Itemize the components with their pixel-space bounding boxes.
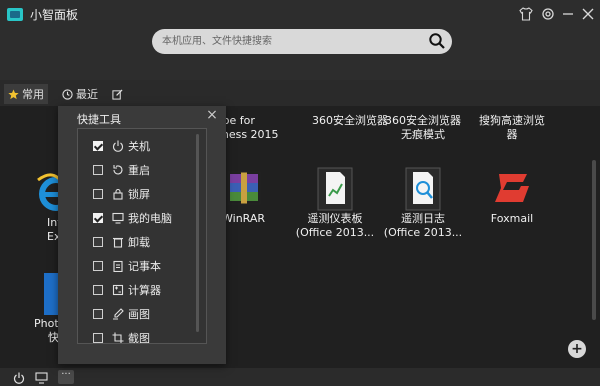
app-winrar[interactable]: WinRAR	[222, 166, 272, 226]
title-bar: 小智面板	[0, 0, 600, 80]
star-icon	[8, 88, 19, 100]
app-label: WinRAR	[222, 212, 266, 225]
tool-item-calculator[interactable]: 计算器	[93, 282, 161, 298]
tab-recent[interactable]: 最近	[58, 84, 102, 104]
tab-common[interactable]: 常用	[4, 84, 48, 104]
app-360-browser-private[interactable]: 360安全浏览器 无痕模式	[378, 114, 468, 142]
tab-bar: 常用 最近	[0, 80, 600, 106]
content-scrollbar[interactable]	[592, 160, 596, 320]
tool-item-restart[interactable]: 重启	[93, 162, 150, 178]
winrar-icon	[224, 166, 264, 212]
dashboard-icon	[316, 166, 354, 212]
app-label: 搜狗高速浏览	[479, 114, 545, 127]
checkbox[interactable]	[93, 261, 103, 271]
tool-item-shutdown[interactable]: 关机	[93, 138, 150, 154]
minimize-icon[interactable]	[559, 5, 577, 23]
computer-icon[interactable]	[34, 371, 48, 385]
search-input[interactable]	[162, 29, 422, 54]
popup-scrollbar[interactable]	[196, 134, 199, 332]
app-label: (Office 2013...	[383, 226, 463, 239]
app-title: 小智面板	[30, 8, 79, 22]
tool-label: 重启	[128, 164, 150, 177]
close-icon[interactable]	[579, 5, 597, 23]
power-icon[interactable]	[12, 371, 26, 385]
tool-label: 截图	[128, 332, 150, 344]
tool-label: 卸载	[128, 236, 150, 249]
restart-icon	[111, 164, 124, 177]
quick-tools-popup: 快捷工具 × 关机 重启 锁屏 我的电脑 卸载 记事本 计算器 画图 截图	[58, 106, 226, 364]
tool-item-uninstall[interactable]: 卸载	[93, 234, 150, 250]
tab-edit[interactable]	[108, 84, 130, 104]
tool-item-notepad[interactable]: 记事本	[93, 258, 161, 274]
edit-icon	[112, 88, 123, 100]
app-telemetry-dashboard[interactable]: 遥测仪表板 (Office 2013...	[290, 166, 380, 240]
popup-title: 快捷工具	[77, 113, 121, 126]
checkbox[interactable]	[93, 141, 103, 151]
foxmail-icon	[489, 166, 535, 212]
paint-icon	[111, 308, 124, 321]
app-label: 遥测仪表板	[307, 212, 363, 225]
checkbox[interactable]	[93, 285, 103, 295]
search-bar	[152, 29, 452, 54]
tool-label: 记事本	[128, 260, 161, 273]
clock-icon	[62, 88, 73, 100]
app-label: 360安全浏览器	[385, 114, 461, 127]
tab-recent-label: 最近	[76, 88, 98, 101]
more-tools-button[interactable]: ···	[58, 370, 74, 384]
settings-icon[interactable]	[539, 5, 557, 23]
app-label: (Office 2013...	[295, 226, 375, 239]
quick-tools-list: 关机 重启 锁屏 我的电脑 卸载 记事本 计算器 画图 截图	[77, 128, 207, 344]
checkbox[interactable]	[93, 333, 103, 343]
app-foxmail[interactable]: Foxmail	[467, 166, 557, 226]
app-sogou-browser[interactable]: 搜狗高速浏览 器	[467, 114, 557, 142]
tool-item-paint[interactable]: 画图	[93, 306, 150, 322]
computer-icon	[111, 212, 124, 225]
log-icon	[404, 166, 442, 212]
tool-label: 锁屏	[128, 188, 150, 201]
checkbox[interactable]	[93, 237, 103, 247]
skin-shirt-icon[interactable]	[517, 5, 535, 23]
checkbox[interactable]	[93, 213, 103, 223]
checkbox[interactable]	[93, 189, 103, 199]
tool-label: 计算器	[128, 284, 161, 297]
trash-icon	[111, 236, 124, 249]
add-app-button[interactable]: +	[568, 340, 586, 358]
bottom-bar: ···	[0, 368, 600, 386]
checkbox[interactable]	[93, 165, 103, 175]
calculator-icon	[111, 284, 124, 297]
app-label: 器	[506, 128, 518, 141]
app-label: Foxmail	[490, 212, 534, 225]
app-label: 遥测日志	[401, 212, 445, 225]
app-logo-icon	[7, 8, 23, 21]
tab-common-label: 常用	[22, 88, 44, 101]
power-icon	[111, 140, 124, 153]
tool-item-lock[interactable]: 锁屏	[93, 186, 150, 202]
tool-item-screenshot[interactable]: 截图	[93, 330, 150, 344]
tool-item-my-computer[interactable]: 我的电脑	[93, 210, 172, 226]
search-icon[interactable]	[428, 32, 446, 50]
close-icon[interactable]: ×	[205, 108, 219, 123]
notepad-icon	[111, 260, 124, 273]
screenshot-icon	[111, 332, 124, 343]
app-label: 无痕模式	[401, 128, 445, 141]
checkbox[interactable]	[93, 309, 103, 319]
app-telemetry-log[interactable]: 遥测日志 (Office 2013...	[378, 166, 468, 240]
tool-label: 关机	[128, 140, 150, 153]
lock-icon	[111, 188, 124, 201]
tool-label: 画图	[128, 308, 150, 321]
tool-label: 我的电脑	[128, 212, 172, 225]
